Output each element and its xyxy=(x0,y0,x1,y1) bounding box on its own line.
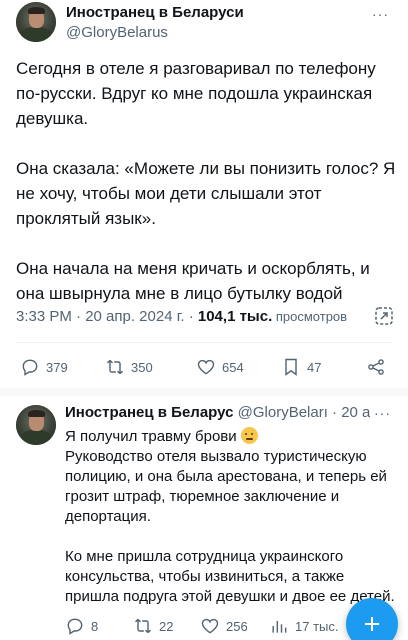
tweet-timestamp[interactable]: 3:33 PM · 20 апр. 2024 г. · xyxy=(16,308,198,325)
reply-retweet-button[interactable]: 22 xyxy=(133,616,173,636)
like-count: 654 xyxy=(222,359,244,375)
reply-views-button[interactable]: 17 тыс. xyxy=(269,616,338,636)
reply-icon xyxy=(67,618,83,635)
bookmark-icon xyxy=(285,358,297,376)
author-handle[interactable]: @GloryBelarus xyxy=(66,24,168,41)
reply-button[interactable]: 379 xyxy=(20,357,68,377)
section-separator xyxy=(0,388,408,396)
tweet-paragraph: Она начала на меня кричать и оскорблять,… xyxy=(16,259,370,303)
retweet-icon xyxy=(134,618,152,634)
reply-text: Я получил травму брови Руководство отеля… xyxy=(65,427,397,607)
tweet-paragraph: Она сказала: «Можете ли вы понизить голо… xyxy=(16,159,396,228)
share-icon xyxy=(368,359,384,375)
reply-icon xyxy=(22,359,38,376)
retweet-count: 350 xyxy=(131,359,153,375)
raised-eyebrow-emoji-icon xyxy=(240,427,258,444)
reply-author-handle[interactable]: @GloryBeları xyxy=(238,404,328,421)
reply-date[interactable]: · 20 апр. xyxy=(332,404,370,421)
reply-paragraph: Руководство отеля вызвало туристическую … xyxy=(65,448,387,525)
reply-count: 379 xyxy=(46,359,68,375)
views-bar-icon xyxy=(272,621,287,633)
divider xyxy=(16,342,392,343)
like-button[interactable]: 654 xyxy=(196,357,244,377)
author-avatar[interactable] xyxy=(16,2,56,42)
reply-like-count: 256 xyxy=(226,618,248,634)
more-options-icon[interactable]: ··· xyxy=(372,6,389,22)
bookmark-count: 47 xyxy=(307,359,322,375)
views-label: просмотров xyxy=(272,309,348,324)
reply-first-line: Я получил травму брови xyxy=(65,427,397,447)
tweet-paragraph: Сегодня в отеле я разговаривал по телефо… xyxy=(16,59,376,128)
retweet-icon xyxy=(106,359,124,375)
tweet-text: Сегодня в отеле я разговаривал по телефо… xyxy=(16,56,396,306)
views-count[interactable]: 104,1 тыс. xyxy=(198,308,272,325)
reply-reply-count: 8 xyxy=(91,618,99,634)
share-button[interactable] xyxy=(366,357,386,377)
grok-icon[interactable] xyxy=(374,306,394,326)
reply-paragraph: Я получил травму брови xyxy=(65,428,241,445)
reply-retweet-count: 22 xyxy=(159,618,174,634)
retweet-button[interactable]: 350 xyxy=(105,357,153,377)
reply-views-count: 17 тыс. xyxy=(295,618,339,634)
heart-icon xyxy=(201,618,219,634)
reply-header: Иностранец в Беларус @GloryBeları · 20 а… xyxy=(65,404,370,424)
author-name[interactable]: Иностранец в Беларуси xyxy=(66,4,244,21)
reply-author-name[interactable]: Иностранец в Беларус xyxy=(65,404,233,421)
reply-author-avatar[interactable] xyxy=(16,405,56,445)
heart-icon xyxy=(197,359,215,375)
tweet-meta: 3:33 PM · 20 апр. 2024 г. · 104,1 тыс. п… xyxy=(16,308,347,325)
reply-paragraph: Ко мне пришла сотрудница украинского кон… xyxy=(65,548,395,605)
reply-more-options-icon[interactable]: ··· xyxy=(374,405,391,421)
reply-like-button[interactable]: 256 xyxy=(200,616,248,636)
compose-icon xyxy=(365,617,379,631)
bookmark-button[interactable]: 47 xyxy=(281,357,321,377)
reply-reply-button[interactable]: 8 xyxy=(65,616,98,636)
